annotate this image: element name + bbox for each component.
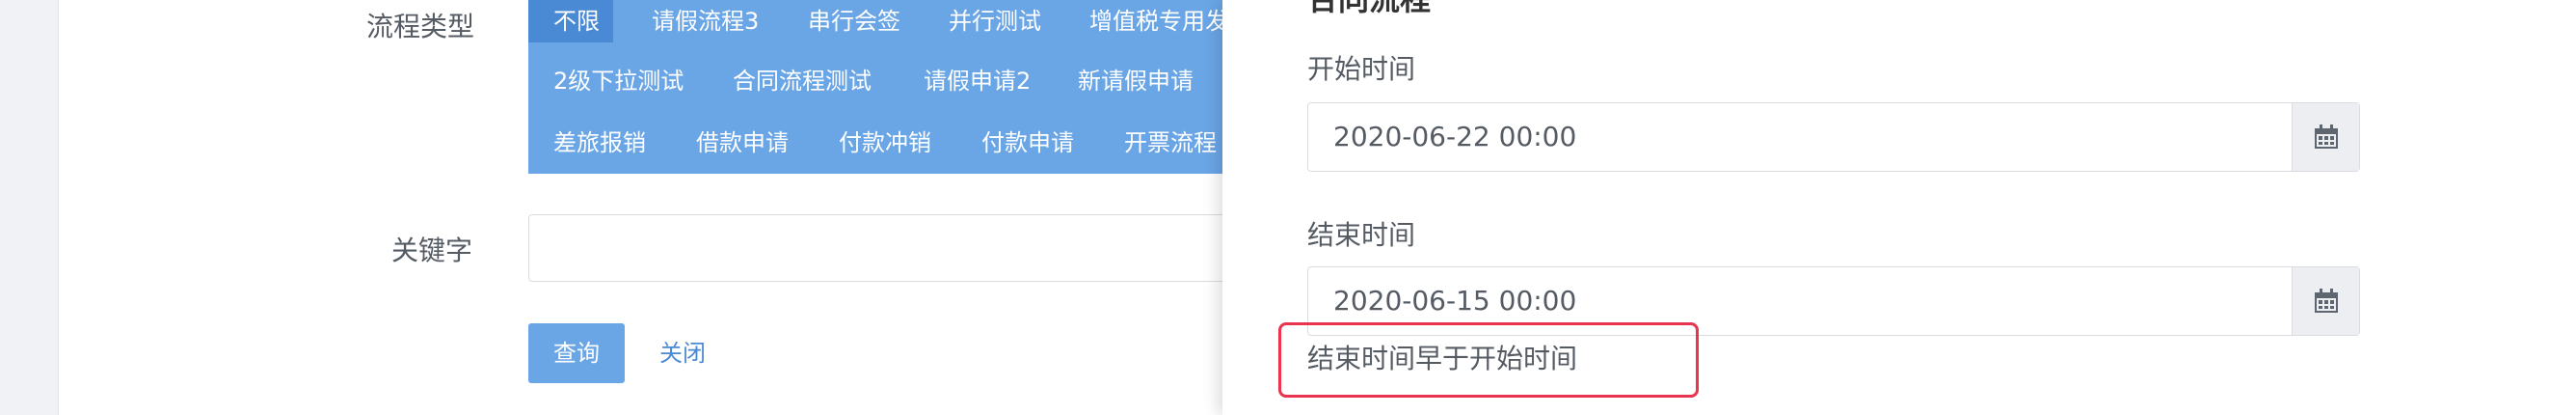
flow-type-label: 流程类型	[366, 11, 475, 42]
start-time-value[interactable]: 2020-06-22 00:00	[1333, 103, 1576, 171]
flow-type-option[interactable]: 串行会签	[808, 0, 900, 42]
query-button[interactable]: 查询	[528, 323, 625, 383]
flow-type-options: 不限 请假流程3 串行会签 并行测试 增值税专用发 2级下拉测试 合同流程测试 …	[528, 0, 1222, 174]
calendar-icon[interactable]	[2292, 267, 2359, 335]
calendar-icon[interactable]	[2292, 103, 2359, 171]
flow-type-option[interactable]: 新请假申请	[1078, 60, 1194, 102]
error-highlight-box	[1278, 322, 1699, 398]
start-time-label: 开始时间	[1307, 53, 1416, 85]
flow-type-option[interactable]: 借款申请	[696, 122, 789, 164]
keyword-label: 关键字	[391, 235, 473, 266]
flow-type-option[interactable]: 并行测试	[949, 0, 1041, 42]
close-link[interactable]: 关闭	[659, 323, 706, 383]
end-time-label: 结束时间	[1307, 219, 1416, 251]
drawer-heading: 合同流程	[1307, 0, 1431, 19]
flow-type-option[interactable]: 付款申请	[981, 122, 1074, 164]
flow-type-option[interactable]: 请假申请2	[924, 60, 1031, 102]
flow-type-option[interactable]: 付款冲销	[839, 122, 931, 164]
start-time-field[interactable]: 2020-06-22 00:00	[1307, 102, 2360, 172]
flow-type-option-unlimited[interactable]: 不限	[528, 0, 613, 42]
flow-type-option[interactable]: 开票流程	[1124, 122, 1217, 164]
flow-type-option[interactable]: 差旅报销	[553, 122, 646, 164]
flow-type-option[interactable]: 2级下拉测试	[553, 60, 684, 102]
flow-type-option[interactable]: 请假流程3	[652, 0, 759, 42]
flow-type-option[interactable]: 增值税专用发	[1089, 0, 1222, 42]
flow-type-option[interactable]: 合同流程测试	[733, 60, 872, 102]
keyword-input[interactable]	[528, 214, 1242, 282]
page-margin	[0, 0, 58, 415]
